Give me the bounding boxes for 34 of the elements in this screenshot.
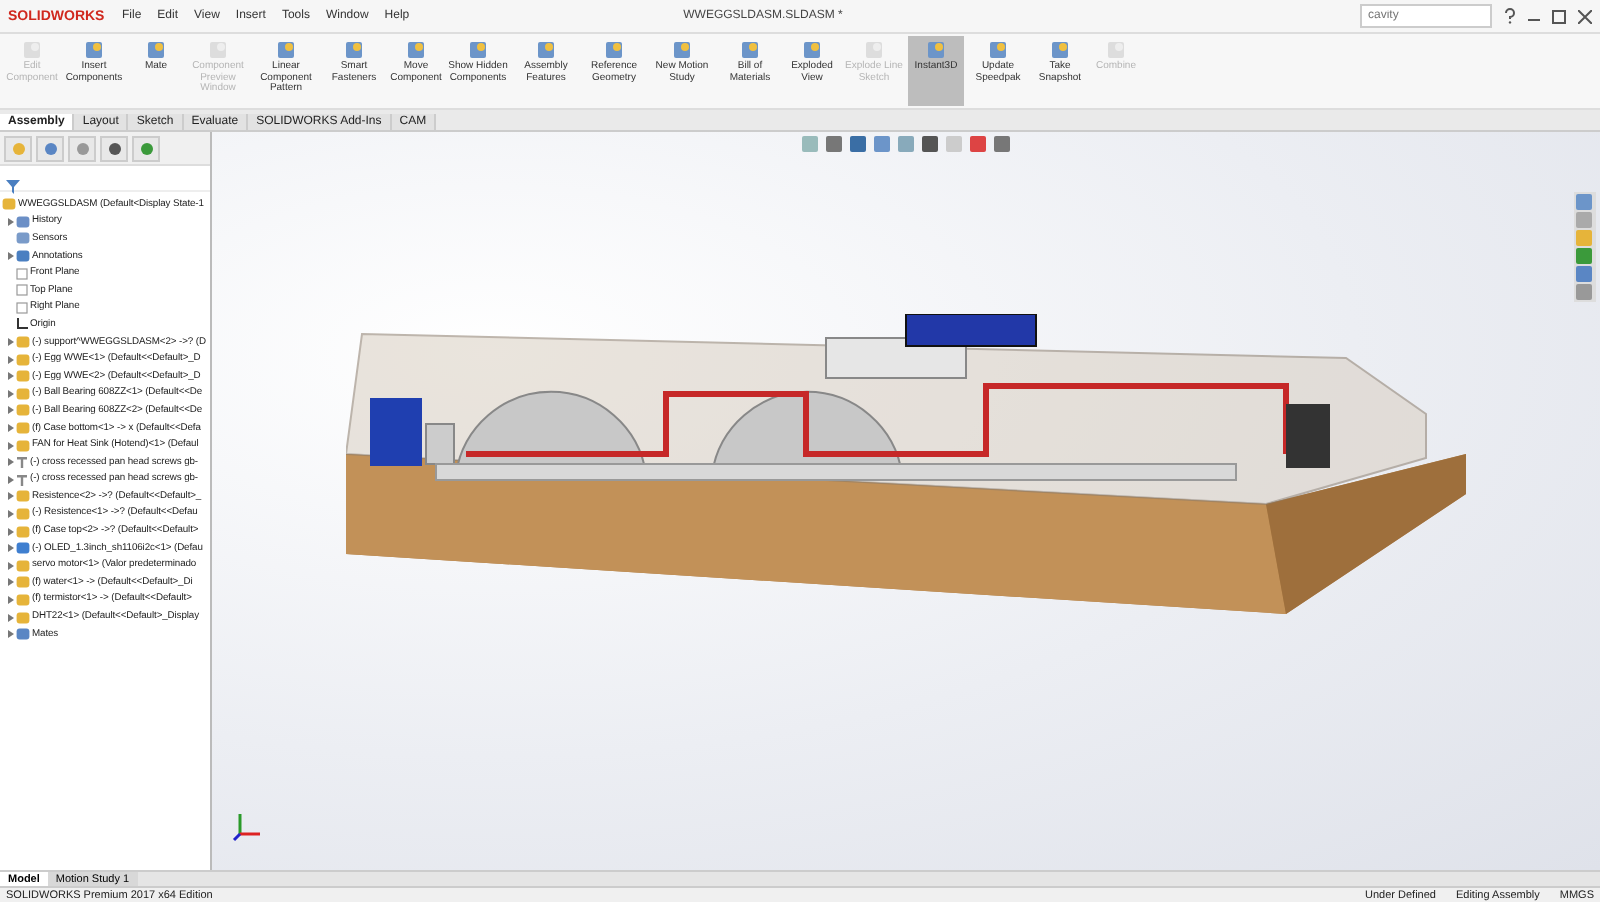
folder-icon xyxy=(16,628,30,641)
tool-icon xyxy=(276,40,296,60)
tool-icon xyxy=(740,40,760,60)
tool-icon xyxy=(926,40,946,60)
tool-icon xyxy=(468,40,488,60)
filter-icon[interactable] xyxy=(6,180,20,194)
tool-icon xyxy=(22,40,42,60)
panel-tab[interactable] xyxy=(100,135,128,161)
tool-icon xyxy=(864,40,884,60)
panel-tab-icon xyxy=(43,141,57,155)
maximize-icon[interactable] xyxy=(1552,9,1566,23)
tool-icon xyxy=(344,40,364,60)
origin-icon xyxy=(16,318,28,331)
tool-icon xyxy=(802,40,822,60)
tool-icon xyxy=(672,40,692,60)
assembly-icon xyxy=(2,198,16,211)
tool-icon xyxy=(988,40,1008,60)
tool-icon xyxy=(1106,40,1126,60)
tool-icon xyxy=(604,40,624,60)
tool-icon xyxy=(84,40,104,60)
tool-icon xyxy=(208,40,228,60)
tool-icon xyxy=(146,40,166,60)
axis-triad-icon xyxy=(232,810,264,842)
panel-tab[interactable] xyxy=(132,135,160,161)
close-icon[interactable] xyxy=(1578,9,1592,23)
panel-tab-icon xyxy=(75,141,89,155)
tool-icon xyxy=(406,40,426,60)
tool-icon xyxy=(536,40,556,60)
panel-tab[interactable] xyxy=(36,135,64,161)
help-icon[interactable] xyxy=(1504,8,1516,24)
panel-tab-icon xyxy=(139,141,153,155)
tool-icon xyxy=(1050,40,1070,60)
panel-tab-icon xyxy=(107,141,121,155)
panel-tab-icon xyxy=(11,141,25,155)
